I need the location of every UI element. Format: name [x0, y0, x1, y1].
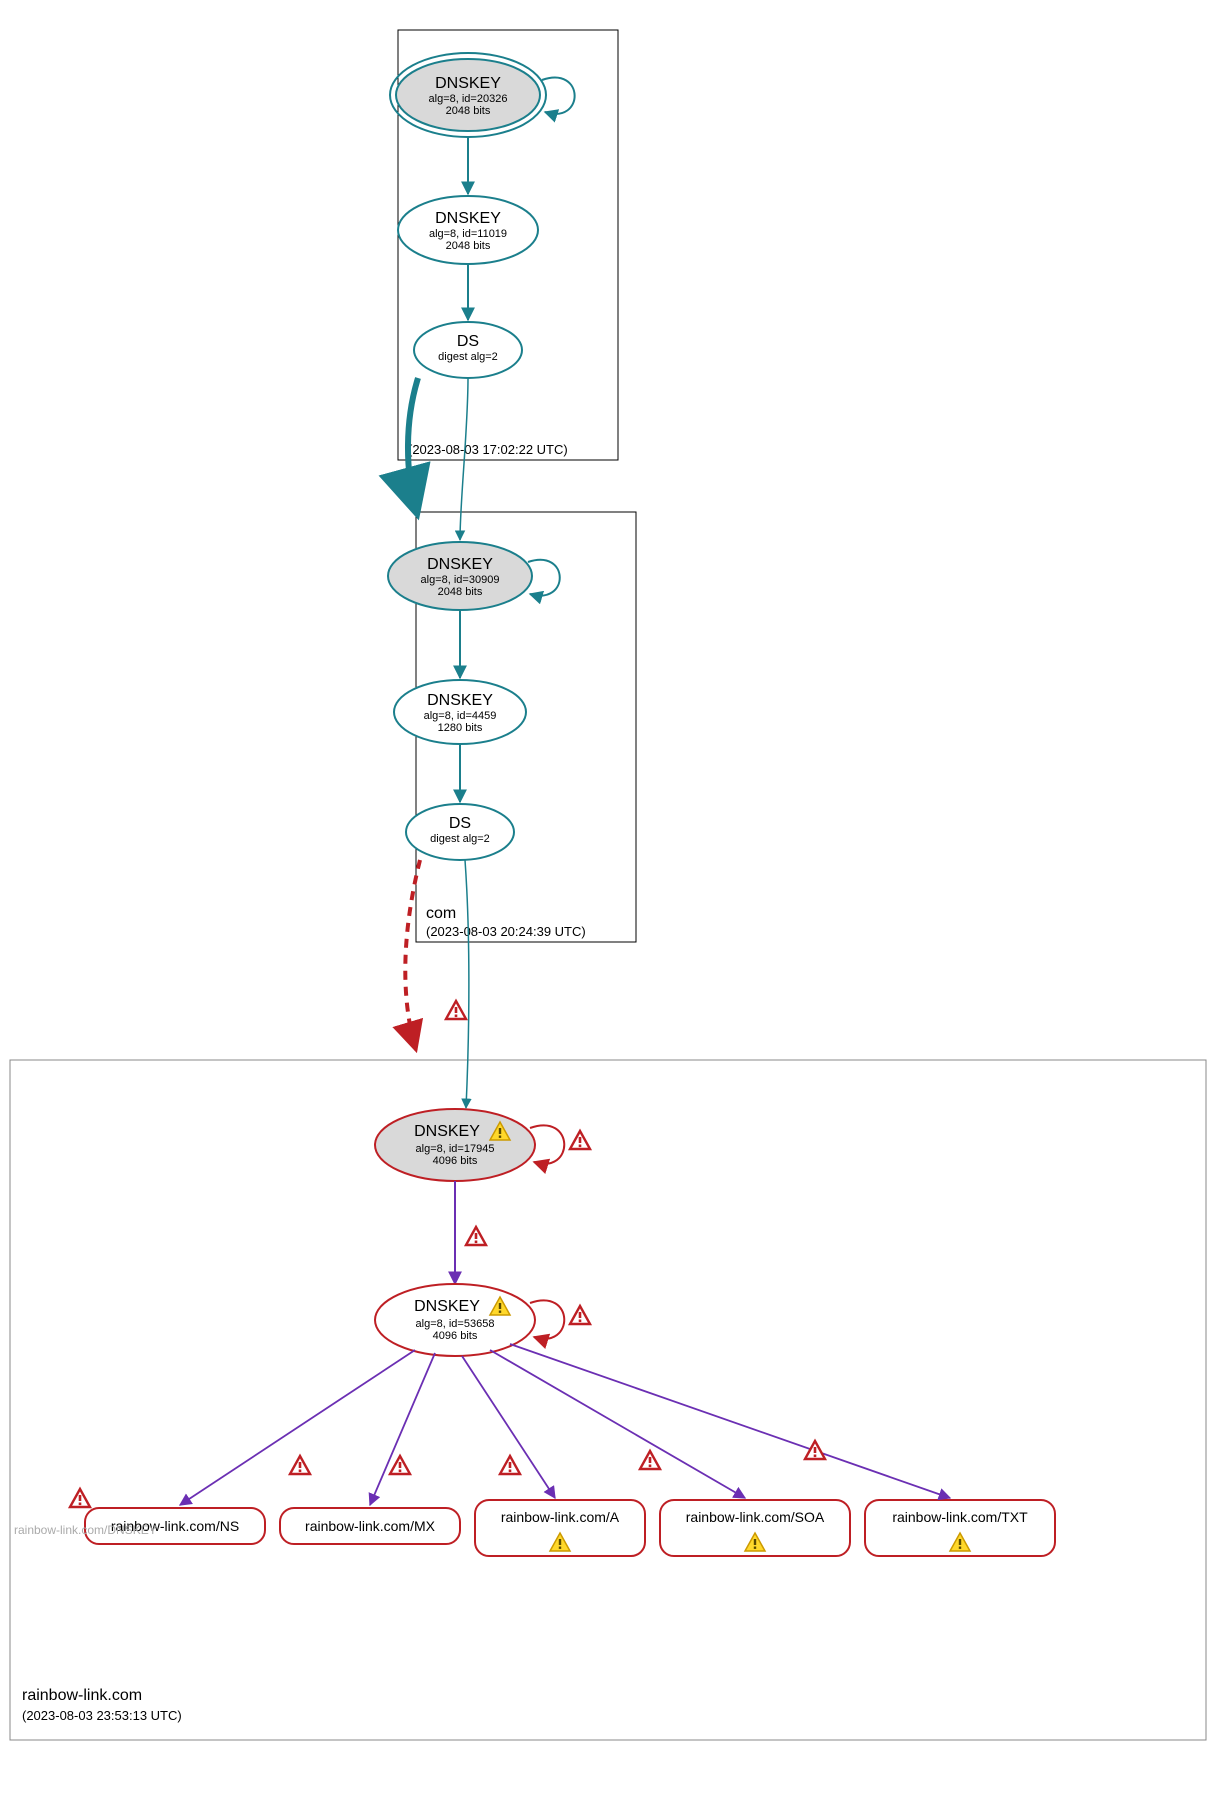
- warn-icon: [70, 1489, 90, 1507]
- svg-text:1280 bits: 1280 bits: [438, 722, 483, 734]
- svg-text:alg=8, id=11019: alg=8, id=11019: [429, 228, 507, 240]
- edge-com-ds-to-dom-ksk: [465, 860, 469, 1108]
- dnssec-diagram: . (2023-08-03 17:02:22 UTC) DNSKEY alg=8…: [0, 0, 1216, 1806]
- svg-text:alg=8, id=53658: alg=8, id=53658: [416, 1318, 495, 1330]
- svg-text:2048 bits: 2048 bits: [438, 586, 483, 598]
- zone-name-com: com: [426, 905, 456, 922]
- node-root-ds: DS digest alg=2: [414, 322, 522, 378]
- node-com-ds: DS digest alg=2: [406, 804, 514, 860]
- edge-com-to-domain-zone: [405, 860, 420, 1050]
- svg-text:2048 bits: 2048 bits: [446, 105, 491, 117]
- node-root-zsk: DNSKEY alg=8, id=11019 2048 bits: [398, 196, 538, 264]
- svg-text:DNSKEY: DNSKEY: [435, 75, 501, 92]
- svg-text:alg=8, id=17945: alg=8, id=17945: [416, 1143, 495, 1155]
- edge-zsk-txt: [510, 1344, 950, 1498]
- warn-icon: [805, 1441, 825, 1459]
- svg-text:DS: DS: [457, 333, 479, 350]
- svg-text:DNSKEY: DNSKEY: [435, 210, 501, 227]
- rrset-soa: rainbow-link.com/SOA: [660, 1500, 850, 1556]
- rrset-txt: rainbow-link.com/TXT: [865, 1500, 1055, 1556]
- warn-icon: [466, 1227, 486, 1245]
- node-com-zsk: DNSKEY alg=8, id=4459 1280 bits: [394, 680, 526, 744]
- zone-name-domain: rainbow-link.com: [22, 1687, 142, 1704]
- warn-icon: [570, 1131, 590, 1149]
- edge-zsk-a: [462, 1356, 555, 1498]
- svg-text:DNSKEY: DNSKEY: [427, 556, 493, 573]
- warn-icon: [640, 1451, 660, 1469]
- svg-text:DNSKEY: DNSKEY: [414, 1123, 480, 1140]
- zone-time-root: (2023-08-03 17:02:22 UTC): [408, 442, 568, 457]
- warn-icon: [290, 1456, 310, 1474]
- rrset-dnskey-gray: rainbow-link.com/DNSKEY: [14, 1523, 157, 1537]
- svg-text:DNSKEY: DNSKEY: [427, 692, 493, 709]
- svg-text:alg=8, id=20326: alg=8, id=20326: [429, 93, 508, 105]
- edge-zsk-mx: [370, 1353, 435, 1505]
- svg-text:alg=8, id=30909: alg=8, id=30909: [421, 574, 500, 586]
- node-com-ksk: DNSKEY alg=8, id=30909 2048 bits: [388, 542, 532, 610]
- svg-text:alg=8, id=4459: alg=8, id=4459: [424, 710, 497, 722]
- node-root-ksk: DNSKEY alg=8, id=20326 2048 bits: [390, 53, 546, 137]
- warn-icon: [446, 1001, 466, 1019]
- warn-icon: [570, 1306, 590, 1324]
- rrset-mx: rainbow-link.com/MX: [280, 1508, 460, 1544]
- svg-text:4096 bits: 4096 bits: [433, 1330, 478, 1342]
- svg-text:rainbow-link.com/A: rainbow-link.com/A: [501, 1509, 620, 1525]
- svg-text:digest alg=2: digest alg=2: [430, 833, 490, 845]
- svg-text:2048 bits: 2048 bits: [446, 240, 491, 252]
- svg-text:rainbow-link.com/MX: rainbow-link.com/MX: [305, 1518, 436, 1534]
- node-dom-ksk: DNSKEY alg=8, id=17945 4096 bits: [375, 1109, 535, 1181]
- zone-box-domain: [10, 1060, 1206, 1740]
- edge-zsk-soa: [490, 1350, 745, 1498]
- zone-time-domain: (2023-08-03 23:53:13 UTC): [22, 1708, 182, 1723]
- svg-text:DS: DS: [449, 815, 471, 832]
- svg-text:digest alg=2: digest alg=2: [438, 351, 498, 363]
- svg-text:DNSKEY: DNSKEY: [414, 1298, 480, 1315]
- rrset-a: rainbow-link.com/A: [475, 1500, 645, 1556]
- warn-icon: [390, 1456, 410, 1474]
- svg-text:rainbow-link.com/TXT: rainbow-link.com/TXT: [892, 1509, 1028, 1525]
- svg-text:4096 bits: 4096 bits: [433, 1155, 478, 1167]
- warn-icon: [500, 1456, 520, 1474]
- zone-time-com: (2023-08-03 20:24:39 UTC): [426, 924, 586, 939]
- svg-text:rainbow-link.com/SOA: rainbow-link.com/SOA: [686, 1509, 825, 1525]
- edge-root-ds-to-com-ksk: [460, 378, 468, 540]
